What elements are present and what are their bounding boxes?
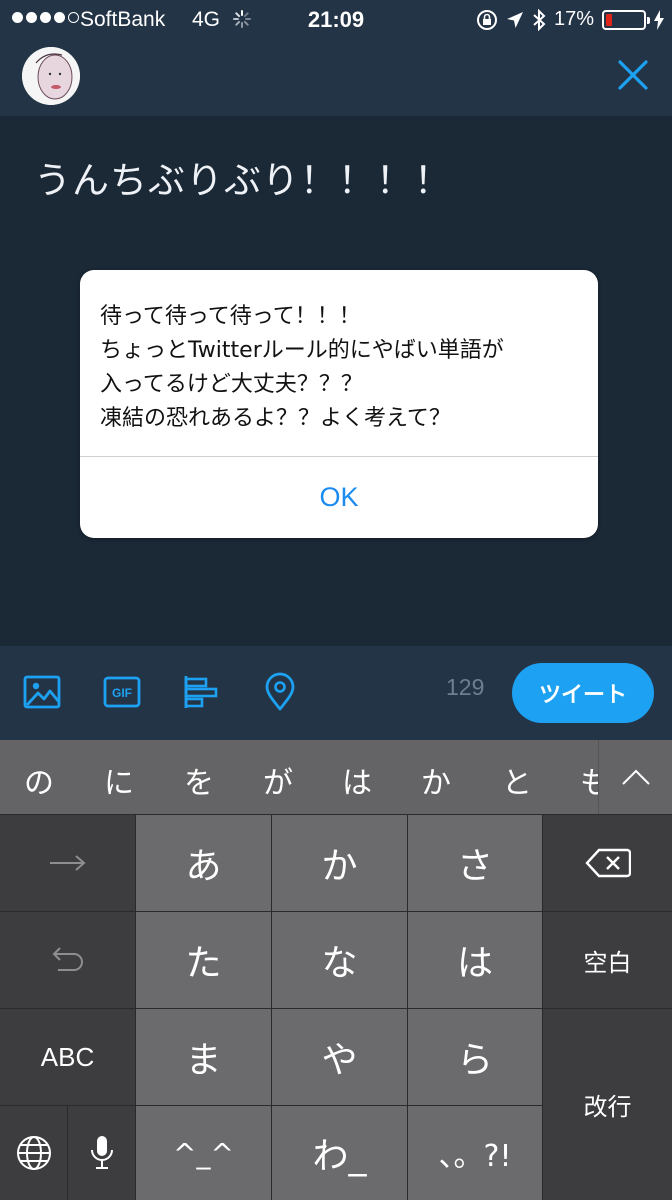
key-ha[interactable]: は — [408, 912, 542, 1008]
gif-label: GIF — [112, 686, 132, 700]
candidate-word[interactable]: の — [24, 758, 54, 802]
poll-icon[interactable] — [182, 672, 222, 712]
character-count: 129 — [446, 674, 485, 700]
charging-bolt-icon — [654, 9, 664, 30]
alert-message-line: 入ってるけど大丈夫？？？ — [100, 372, 363, 397]
key-ra[interactable]: ら — [408, 1009, 542, 1105]
key-a[interactable]: あ — [136, 815, 271, 911]
undo-key[interactable] — [0, 912, 135, 1008]
close-icon[interactable] — [616, 58, 650, 92]
space-key[interactable]: 空白 — [543, 912, 672, 1008]
gif-icon[interactable]: GIF — [102, 672, 142, 712]
expand-candidates-button[interactable] — [598, 740, 672, 814]
key-ya[interactable]: や — [272, 1009, 407, 1105]
orientation-lock-icon — [476, 9, 497, 30]
candidate-word[interactable]: に — [104, 758, 134, 802]
key-punctuation[interactable]: 、。?! — [408, 1106, 542, 1200]
key-sa[interactable]: さ — [408, 815, 542, 911]
candidate-word[interactable]: と — [502, 758, 532, 802]
candidate-word[interactable]: は — [342, 758, 372, 802]
arrow-right-key[interactable] — [0, 815, 135, 911]
globe-key[interactable] — [0, 1106, 67, 1200]
return-key[interactable]: 改行 — [543, 1009, 672, 1200]
location-arrow-icon — [506, 11, 523, 28]
alert-message: 待って待って待って！！！ ちょっとTwitterルール的にやばい単語が 入ってる… — [100, 300, 590, 436]
candidate-bar: の に を が は か と も — [0, 740, 672, 814]
delete-key[interactable] — [543, 815, 672, 911]
alert-message-line: 待って待って待って！！！ — [100, 304, 361, 329]
chevron-up-icon — [621, 769, 650, 785]
japanese-keyboard: の に を が は か と も ABC あ か さ た な は ま や ら ^_… — [0, 740, 672, 1200]
alert-message-line: 凍結の恐れあるよ？？よく考えて？ — [100, 406, 451, 431]
alert-message-line: ちょっとTwitterルール的にやばい単語が — [100, 338, 504, 363]
candidate-word[interactable]: か — [421, 758, 451, 802]
backspace-icon — [584, 848, 631, 878]
key-ta[interactable]: た — [136, 912, 271, 1008]
tweet-text[interactable]: うんちぶりぶり！！！！ — [34, 150, 452, 204]
microphone-key[interactable] — [68, 1106, 135, 1200]
abc-key[interactable]: ABC — [0, 1009, 135, 1105]
tweet-button[interactable]: ツイート — [512, 663, 654, 723]
location-icon[interactable] — [260, 672, 300, 712]
key-ma[interactable]: ま — [136, 1009, 271, 1105]
compose-header — [0, 40, 672, 116]
undo-icon — [52, 947, 83, 971]
bluetooth-icon — [533, 8, 546, 31]
ok-button[interactable]: OK — [80, 457, 598, 538]
key-ka[interactable]: か — [272, 815, 407, 911]
candidate-word[interactable]: を — [184, 758, 214, 802]
key-emoticon[interactable]: ^_^ — [136, 1106, 271, 1200]
globe-icon — [16, 1136, 51, 1170]
key-wa[interactable]: わ_ — [272, 1106, 407, 1200]
compose-toolbar: GIF 129 ツイート — [0, 646, 672, 740]
alert-dialog: 待って待って待って！！！ ちょっとTwitterルール的にやばい単語が 入ってる… — [80, 270, 598, 538]
arrow-right-icon — [49, 855, 86, 871]
microphone-icon — [90, 1136, 113, 1169]
battery-icon — [602, 9, 650, 30]
profile-avatar[interactable] — [22, 47, 80, 105]
compose-area[interactable]: うんちぶりぶり！！！！ 待って待って待って！！！ ちょっとTwitterルール的… — [0, 116, 672, 646]
candidate-word[interactable]: も — [580, 758, 598, 802]
image-icon[interactable] — [22, 672, 62, 712]
battery-percent: 17% — [553, 8, 594, 30]
candidate-word[interactable]: が — [263, 758, 293, 802]
status-bar: SoftBank 4G 21:09 17% — [0, 0, 672, 40]
key-na[interactable]: な — [272, 912, 407, 1008]
